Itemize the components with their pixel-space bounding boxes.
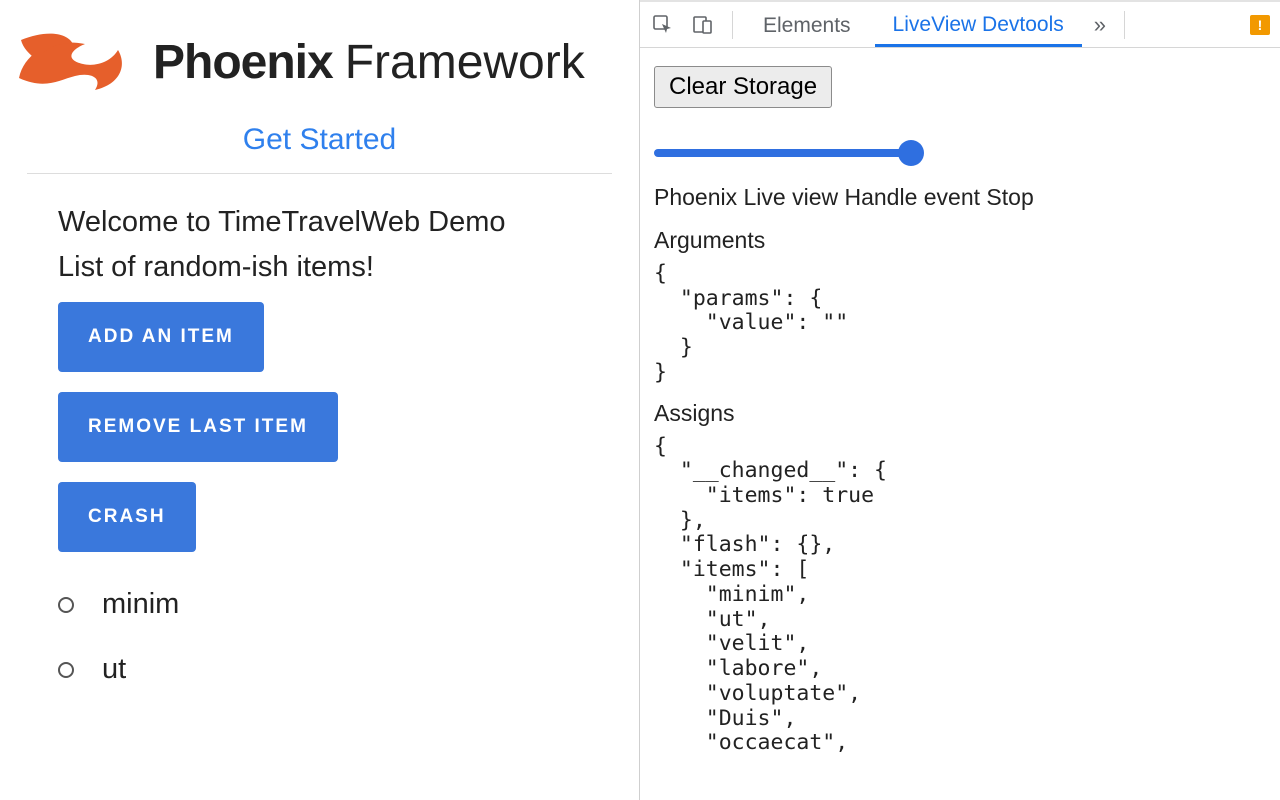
arguments-heading: Arguments [654,227,1266,254]
devtools-tabbar: Elements LiveView Devtools » [640,2,1280,48]
slider-thumb[interactable] [898,140,924,166]
device-toggle-icon[interactable] [686,8,720,42]
tab-elements[interactable]: Elements [745,4,869,46]
assigns-heading: Assigns [654,400,1266,427]
phoenix-logo-icon [15,20,135,105]
inspect-element-icon[interactable] [646,8,680,42]
tabbar-separator [1124,11,1125,39]
bullet-icon [58,597,74,613]
bullet-icon [58,662,74,678]
tabbar-separator [732,11,733,39]
page-header: Phoenix Framework Get Started [0,0,639,174]
list-item-label: minim [102,588,179,621]
crash-button[interactable]: Crash [58,482,196,552]
brand-name: Phoenix Framework [153,35,585,90]
page-pane: Phoenix Framework Get Started Welcome to… [0,0,640,800]
warnings-badge-icon[interactable] [1250,15,1270,35]
list-item: ut [58,637,581,702]
items-list: minim ut [58,572,581,702]
devtools-pane: Elements LiveView Devtools » Clear Stora… [640,0,1280,800]
add-item-button[interactable]: Add an Item [58,302,264,372]
get-started-link[interactable]: Get Started [243,123,396,156]
brand: Phoenix Framework [15,20,624,105]
tab-liveview-devtools[interactable]: LiveView Devtools [875,3,1082,47]
brand-name-light: Framework [345,35,585,90]
page-content: Welcome to TimeTravelWeb Demo List of ra… [0,174,639,702]
tabs-overflow-icon[interactable]: » [1088,12,1112,38]
brand-name-bold: Phoenix [153,35,333,90]
list-item: minim [58,572,581,637]
list-item-label: ut [102,653,126,686]
arguments-json: { "params": { "value": "" } } [654,262,1266,386]
clear-storage-button[interactable]: Clear Storage [654,66,832,108]
assigns-json: { "__changed__": { "items": true }, "fla… [654,435,1266,756]
event-name: Phoenix Live view Handle event Stop [654,184,1266,211]
timeline-slider[interactable] [654,142,912,164]
slider-track [654,149,912,157]
page-title: Welcome to TimeTravelWeb Demo [58,206,581,239]
page-subtitle: List of random-ish items! [58,251,581,284]
devtools-body: Clear Storage Phoenix Live view Handle e… [640,48,1280,770]
remove-last-item-button[interactable]: Remove Last Item [58,392,338,462]
